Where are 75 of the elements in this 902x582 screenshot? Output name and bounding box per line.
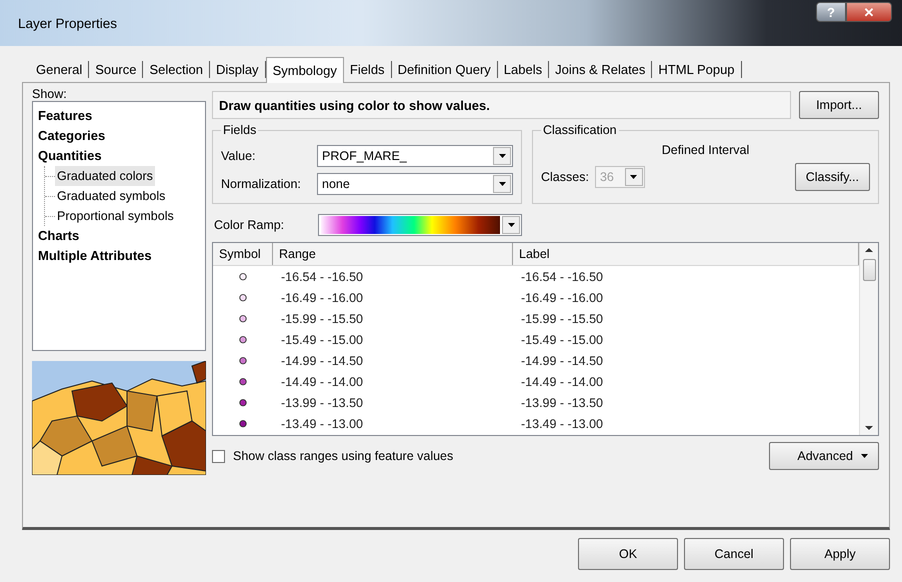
column-header[interactable]: Range [273,243,513,265]
range-cell-text: -13.99 - -13.50 [280,396,364,410]
scrollbar-thumb[interactable] [862,259,876,281]
range-cell-text: -16.54 - -16.50 [280,270,364,284]
tree-item[interactable]: Features [36,106,94,126]
tab[interactable]: Fields [344,61,392,78]
symbol-swatch[interactable] [238,356,248,366]
caret-icon [861,454,868,458]
label-cell-text: -15.49 - -15.00 [520,332,604,346]
group-title: Classification [542,123,618,137]
advanced-button[interactable]: Advanced [769,442,879,470]
checkbox[interactable] [212,450,225,462]
range-cell-text: -15.99 - -15.50 [280,312,364,326]
field-label: Normalization: [221,177,302,191]
range-cell-text: -13.49 - -13.00 [280,416,364,430]
tree-item[interactable]: Quantities [36,146,104,166]
normalization-dropdown[interactable]: none [317,173,513,195]
range-cell-text: -16.49 - -16.00 [280,290,364,304]
tab[interactable]: Definition Query [392,61,498,78]
color-ramp-dropdown[interactable] [318,214,522,236]
tab[interactable]: Symbology [266,57,344,83]
color-ramp-label: Color Ramp: [213,218,286,232]
label-cell-text: -14.99 - -14.50 [520,354,604,368]
dialog-button[interactable]: Cancel [684,538,784,570]
label-cell-text: -16.49 - -16.00 [520,290,604,304]
checkbox-label: Show class ranges using feature values [233,449,454,463]
tree-item[interactable]: Graduated symbols [55,186,168,206]
tree-item[interactable]: Multiple Attributes [36,246,154,266]
dialog-button[interactable]: OK [578,538,678,570]
label-cell-text: -16.54 - -16.50 [520,270,604,284]
caret-icon [498,154,506,158]
tree-item[interactable]: Graduated colors [55,166,155,186]
tree-item[interactable]: Charts [36,226,82,246]
scrollbar[interactable] [859,243,878,435]
tab[interactable]: Joins & Relates [549,61,652,78]
description-text: Draw quantities using color to show values. [212,91,791,119]
combo-value: PROF_MARE_ [322,149,408,163]
caret-icon [498,182,506,186]
combo-value: none [322,177,351,191]
show-label: Show: [32,87,68,101]
tree-item[interactable]: Proportional symbols [55,206,176,226]
classes-label: Classes: [541,170,589,184]
group-title: Fields [222,123,258,137]
dialog-button[interactable]: Apply [790,538,890,570]
label-cell-text: -13.99 - -13.50 [520,396,604,410]
range-cell-text: -14.99 - -14.50 [280,354,364,368]
caret-icon [630,175,638,179]
label-cell-text: -14.49 - -14.00 [520,374,604,388]
symbol-swatch[interactable] [238,292,248,302]
window-title: Layer Properties [18,16,118,30]
label-cell-text: -15.99 - -15.50 [520,312,604,326]
symbol-swatch[interactable] [238,376,248,386]
tab[interactable]: Labels [498,61,550,78]
combo-value: 36 [600,170,615,184]
symbol-swatch[interactable] [238,272,248,282]
range-cell-text: -14.49 - -14.00 [280,374,364,388]
classify-button[interactable]: Classify... [794,163,870,191]
value-dropdown[interactable]: PROF_MARE_ [317,145,513,167]
symbol-swatch[interactable] [238,314,248,324]
label-cell-text: -13.49 - -13.00 [520,416,604,430]
symbol-swatch[interactable] [238,334,248,344]
tab[interactable]: Selection [143,61,210,78]
tab[interactable]: General [30,61,90,78]
tab[interactable]: HTML Popup [652,61,742,78]
column-header[interactable]: Symbol [213,243,273,265]
field-label: Value: [221,149,257,163]
caret-icon [508,223,514,227]
symbol-swatch[interactable] [238,418,248,428]
range-cell-text: -15.49 - -15.00 [280,332,364,346]
import-button[interactable]: Import... [799,91,879,119]
close-button[interactable]: ✕ [846,2,892,22]
method-text: Defined Interval [660,143,750,157]
tab[interactable]: Source [89,61,144,78]
symbol-swatch[interactable] [238,398,248,408]
tree-item[interactable]: Categories [36,126,108,146]
